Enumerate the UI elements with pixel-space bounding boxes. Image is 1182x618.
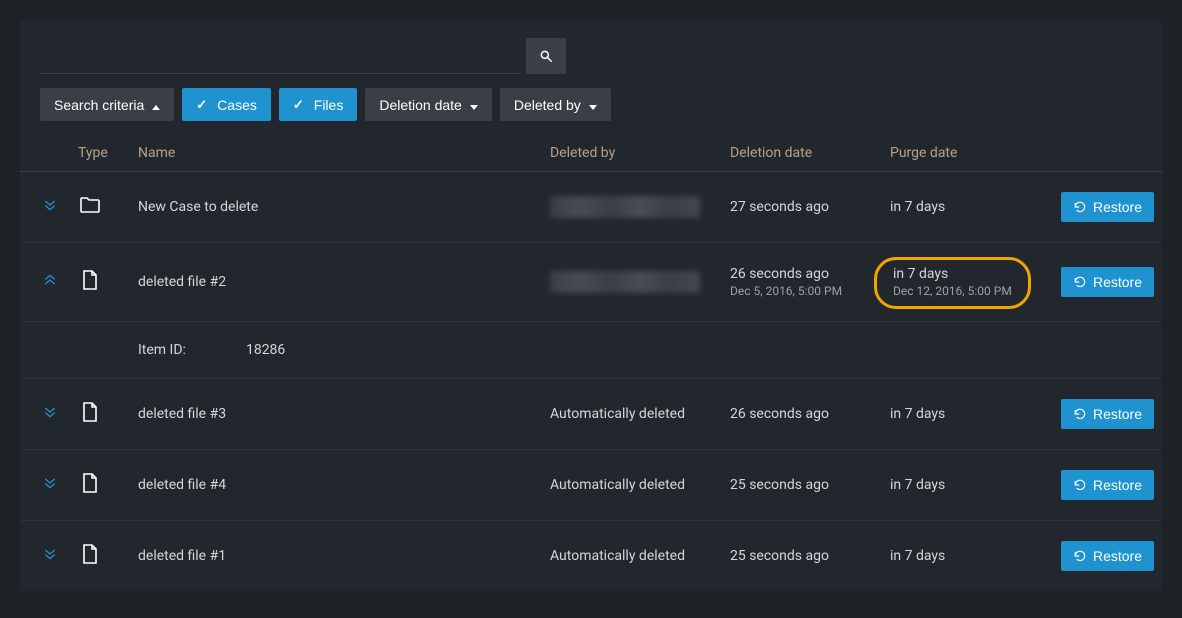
item-name[interactable]: deleted file #3 (130, 379, 542, 450)
deletion-date-filter-button[interactable]: Deletion date (365, 88, 492, 121)
table-header-row: Type Name Deleted by Deletion date Purge… (20, 135, 1162, 172)
highlight-ring: in 7 days Dec 12, 2016, 5:00 PM (874, 257, 1031, 309)
collapse-icon[interactable] (42, 272, 58, 288)
purge-date-cell: in 7 days (882, 450, 1052, 521)
purge-date-value: in 7 days (890, 477, 945, 493)
deletion-date-cell: 26 seconds ago Dec 5, 2016, 5:00 PM (722, 243, 882, 322)
deletion-date-value: 27 seconds ago (730, 199, 829, 215)
check-icon (293, 96, 308, 113)
col-deleted-by-header[interactable]: Deleted by (542, 135, 722, 172)
purge-date-value: in 7 days (890, 199, 945, 215)
purge-date-cell: in 7 days (882, 521, 1052, 592)
purge-date-cell: in 7 days (882, 379, 1052, 450)
restore-button[interactable]: Restore (1061, 399, 1154, 429)
expand-icon[interactable] (42, 546, 58, 562)
file-icon (78, 280, 102, 296)
caret-up-icon (152, 97, 160, 113)
deleted-by-cell (542, 243, 722, 322)
caret-down-icon (589, 97, 597, 113)
redacted-text (550, 196, 700, 218)
deleted-items-panel: Search criteria Cases Files Deletion dat… (20, 20, 1162, 591)
deletion-date-filter-label: Deletion date (379, 97, 462, 113)
check-icon (196, 96, 211, 113)
file-icon (78, 554, 102, 570)
table-row: deleted file #1 Automatically deleted 25 s… (20, 521, 1162, 592)
col-expand (20, 135, 70, 172)
restore-label: Restore (1093, 548, 1142, 564)
files-filter-label: Files (314, 97, 344, 113)
deletion-date-cell: 27 seconds ago (722, 172, 882, 243)
deleted-by-cell: Automatically deleted (542, 450, 722, 521)
deletion-date-sub: Dec 5, 2016, 5:00 PM (730, 284, 874, 298)
deletion-date-cell: 25 seconds ago (722, 450, 882, 521)
folder-icon (78, 205, 102, 221)
deletion-date-cell: 25 seconds ago (722, 521, 882, 592)
toolbar: Search criteria Cases Files Deletion dat… (20, 20, 1162, 135)
deleted-by-filter-button[interactable]: Deleted by (500, 88, 611, 121)
col-purge-date-header[interactable]: Purge date (882, 135, 1052, 172)
deletion-date-value: 26 seconds ago (730, 406, 829, 422)
file-icon (78, 483, 102, 499)
col-name-header[interactable]: Name (130, 135, 542, 172)
purge-date-sub: Dec 12, 2016, 5:00 PM (893, 284, 1012, 298)
cases-filter-label: Cases (217, 97, 257, 113)
purge-date-value: in 7 days (893, 266, 948, 282)
expand-icon[interactable] (42, 404, 58, 420)
deleted-by-cell (542, 172, 722, 243)
restore-button[interactable]: Restore (1061, 470, 1154, 500)
item-name[interactable]: deleted file #4 (130, 450, 542, 521)
table-row: deleted file #4 Automatically deleted 25 s… (20, 450, 1162, 521)
search-button[interactable] (526, 38, 566, 74)
restore-button[interactable]: Restore (1061, 192, 1154, 222)
item-name[interactable]: deleted file #2 (130, 243, 542, 322)
deleted-by-value: Automatically deleted (550, 406, 685, 422)
deleted-by-value: Automatically deleted (550, 477, 685, 493)
restore-label: Restore (1093, 477, 1142, 493)
detail-row: Item ID:18286 (20, 322, 1162, 379)
file-icon (78, 412, 102, 428)
item-name[interactable]: deleted file #1 (130, 521, 542, 592)
deletion-date-value: 25 seconds ago (730, 548, 829, 564)
expand-icon[interactable] (42, 475, 58, 491)
col-action-header (1052, 135, 1162, 172)
purge-date-cell: in 7 days Dec 12, 2016, 5:00 PM (882, 243, 1052, 322)
purge-date-value: in 7 days (890, 548, 945, 564)
caret-down-icon (470, 97, 478, 113)
restore-label: Restore (1093, 406, 1142, 422)
search-icon (539, 49, 553, 63)
search-criteria-label: Search criteria (54, 97, 144, 113)
deleted-items-table: Type Name Deleted by Deletion date Purge… (20, 135, 1162, 591)
search-input[interactable] (40, 38, 520, 74)
table-row: deleted file #2 26 seconds ago Dec 5, 2016… (20, 243, 1162, 322)
expand-icon[interactable] (42, 197, 58, 213)
table-row: deleted file #3 Automatically deleted 26 s… (20, 379, 1162, 450)
files-filter-button[interactable]: Files (279, 88, 357, 121)
deletion-date-value: 26 seconds ago (730, 266, 829, 282)
purge-date-cell: in 7 days (882, 172, 1052, 243)
restore-button[interactable]: Restore (1061, 267, 1154, 297)
redacted-text (550, 271, 700, 293)
item-id-label: Item ID: (138, 342, 186, 358)
restore-button[interactable]: Restore (1061, 541, 1154, 571)
deleted-by-filter-label: Deleted by (514, 97, 581, 113)
search-criteria-button[interactable]: Search criteria (40, 88, 174, 121)
item-id-value: 18286 (186, 342, 285, 358)
purge-date-value: in 7 days (890, 406, 945, 422)
table-row: New Case to delete 27 seconds ago in 7 day… (20, 172, 1162, 243)
deletion-date-value: 25 seconds ago (730, 477, 829, 493)
deleted-by-value: Automatically deleted (550, 548, 685, 564)
deletion-date-cell: 26 seconds ago (722, 379, 882, 450)
item-name[interactable]: New Case to delete (130, 172, 542, 243)
cases-filter-button[interactable]: Cases (182, 88, 271, 121)
deleted-by-cell: Automatically deleted (542, 521, 722, 592)
deleted-by-cell: Automatically deleted (542, 379, 722, 450)
col-type-header[interactable]: Type (70, 135, 130, 172)
restore-label: Restore (1093, 199, 1142, 215)
restore-label: Restore (1093, 274, 1142, 290)
col-deletion-date-header[interactable]: Deletion date (722, 135, 882, 172)
